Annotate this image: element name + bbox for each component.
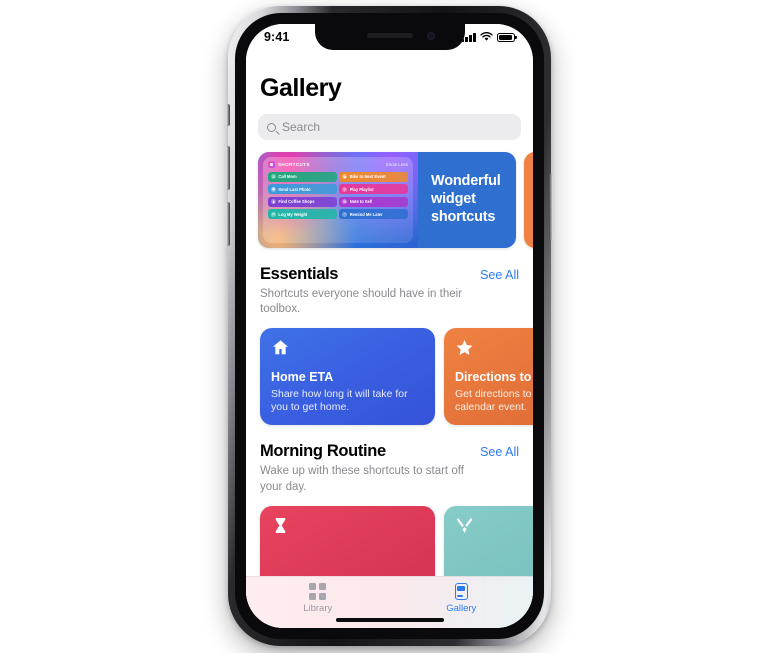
tab-library[interactable]: Library xyxy=(246,583,390,614)
widget-app-id: SHORTCUTS xyxy=(268,161,310,168)
front-camera-icon xyxy=(426,32,435,40)
widget-tile[interactable]: ◔ Remind Me Later xyxy=(339,209,408,220)
search-input[interactable]: Search xyxy=(258,114,521,140)
silent-switch[interactable] xyxy=(226,104,230,126)
shortcut-card[interactable]: Directions to Event Get directions to yo… xyxy=(444,328,533,426)
camera-icon: ▣ xyxy=(271,186,276,192)
music-icon: ♫ xyxy=(342,186,348,192)
featured-carousel[interactable]: SHORTCUTS Show Less ✆ Call Mom ◉ Bike to Ne… xyxy=(246,152,533,248)
notch xyxy=(314,24,465,50)
phone-icon: ✆ xyxy=(271,174,276,179)
cutlery-icon xyxy=(456,517,473,533)
featured-headline-panel: Wonderful widget shortcuts xyxy=(418,152,516,248)
search-placeholder: Search xyxy=(282,120,321,134)
widget-tile-label: Remind Me Later xyxy=(349,211,383,217)
widget-tile-grid: ✆ Call Mom ◉ Bike to Next Event ▣ Send Last P… xyxy=(268,171,408,220)
morning-routine-card-row[interactable] xyxy=(246,505,533,576)
card-description: Get directions to your next calendar eve… xyxy=(455,387,533,414)
battery-icon xyxy=(497,32,517,42)
device-screen: 9:41 Gallery Search SHORTCUTS Show Less … xyxy=(246,24,533,628)
grid-squares-icon xyxy=(309,583,327,600)
card-title: Directions to Event xyxy=(455,369,533,384)
widget-app-label: SHORTCUTS xyxy=(278,162,310,167)
card-description: Share how long it will take for you to g… xyxy=(271,387,408,414)
section-title: Morning Routine xyxy=(260,442,386,461)
scale-icon: ⚖ xyxy=(271,211,276,217)
tab-label: Library xyxy=(303,602,333,614)
location-icon: ◉ xyxy=(342,174,348,179)
volume-up-button[interactable] xyxy=(226,146,230,190)
status-time: 9:41 xyxy=(264,30,290,44)
shortcut-card[interactable] xyxy=(444,505,533,576)
section-morning-routine: Morning Routine See All Wake up with the… xyxy=(260,442,519,494)
widget-tile-label: Bike to Next Event xyxy=(349,174,386,179)
wifi-icon xyxy=(480,32,493,41)
shortcuts-app: Gallery Search SHORTCUTS Show Less ✆ Cal… xyxy=(246,24,533,628)
section-subtitle: Shortcuts everyone should have in their … xyxy=(260,288,463,316)
widget-tile[interactable]: ⚖ Log My Weight xyxy=(268,209,337,220)
section-subtitle: Wake up with these shortcuts to start of… xyxy=(260,465,464,493)
featured-card-next[interactable] xyxy=(524,152,533,248)
status-indicators xyxy=(461,32,517,42)
gallery-scroll-view[interactable]: Gallery Search SHORTCUTS Show Less ✆ Cal… xyxy=(246,50,533,576)
widget-tile-label: Call Mom xyxy=(278,174,297,179)
search-icon xyxy=(267,122,276,132)
section-header: Essentials See All xyxy=(260,265,519,284)
card-title: Home ETA xyxy=(271,369,334,384)
widget-preview: SHORTCUTS Show Less ✆ Call Mom ◉ Bike to Ne… xyxy=(258,152,418,248)
earpiece-speaker xyxy=(366,33,413,38)
widget-tile[interactable]: ▮ Find Coffee Shops xyxy=(268,196,337,207)
widget-show-less-button[interactable]: Show Less xyxy=(386,162,408,167)
section-title: Essentials xyxy=(260,265,339,283)
widget-tile[interactable]: ♫ Play Playlist xyxy=(339,184,408,195)
featured-card[interactable]: SHORTCUTS Show Less ✆ Call Mom ◉ Bike to Ne… xyxy=(258,152,516,248)
see-all-button[interactable]: See All xyxy=(480,268,519,282)
power-button[interactable] xyxy=(549,174,553,240)
widget-tile-label: Note to Self xyxy=(349,199,373,205)
widget-tile[interactable]: ◉ Bike to Next Event xyxy=(339,171,408,182)
section-header: Morning Routine See All xyxy=(260,442,519,461)
widget-tile-label: Send Last Photo xyxy=(278,186,311,192)
shortcut-card[interactable] xyxy=(260,505,435,576)
card-stack-icon xyxy=(454,583,468,600)
tab-label: Gallery xyxy=(446,603,477,614)
section-essentials: Essentials See All Shortcuts everyone sh… xyxy=(260,265,519,317)
widget-tile-label: Play Playlist xyxy=(349,186,374,192)
shortcuts-widget: SHORTCUTS Show Less ✆ Call Mom ◉ Bike to Ne… xyxy=(263,157,413,243)
mail-icon: ✉ xyxy=(342,199,348,205)
hourglass-icon xyxy=(275,517,286,533)
widget-header: SHORTCUTS Show Less xyxy=(268,161,408,168)
card-text: Home ETA Share how long it will take for… xyxy=(271,370,424,416)
see-all-button[interactable]: See All xyxy=(480,445,519,459)
tab-gallery[interactable]: Gallery xyxy=(390,583,534,614)
widget-tile-label: Find Coffee Shops xyxy=(278,199,315,205)
home-indicator[interactable] xyxy=(335,618,444,622)
screenshot-canvas: 9:41 Gallery Search SHORTCUTS Show Less … xyxy=(0,0,780,653)
essentials-card-row[interactable]: Home ETA Share how long it will take for… xyxy=(246,328,533,426)
page-title: Gallery xyxy=(260,74,342,102)
house-icon xyxy=(272,340,289,355)
clock-icon: ◔ xyxy=(342,211,348,217)
card-text: Directions to Event Get directions to yo… xyxy=(455,370,533,416)
shortcuts-app-icon xyxy=(268,161,275,168)
widget-tile[interactable]: ▣ Send Last Photo xyxy=(268,184,337,195)
widget-tile-label: Log My Weight xyxy=(278,211,308,217)
shortcut-card[interactable]: Home ETA Share how long it will take for… xyxy=(260,328,435,426)
widget-tile[interactable]: ✆ Call Mom xyxy=(268,171,337,182)
widget-tile[interactable]: ✉ Note to Self xyxy=(339,196,408,207)
featured-headline: Wonderful widget shortcuts xyxy=(431,173,501,225)
volume-down-button[interactable] xyxy=(226,202,230,246)
device-bezel: 9:41 Gallery Search SHORTCUTS Show Less … xyxy=(235,13,544,639)
iphone-device-frame: 9:41 Gallery Search SHORTCUTS Show Less … xyxy=(226,6,553,646)
star-icon xyxy=(456,340,473,356)
book-icon: ▮ xyxy=(271,199,276,205)
